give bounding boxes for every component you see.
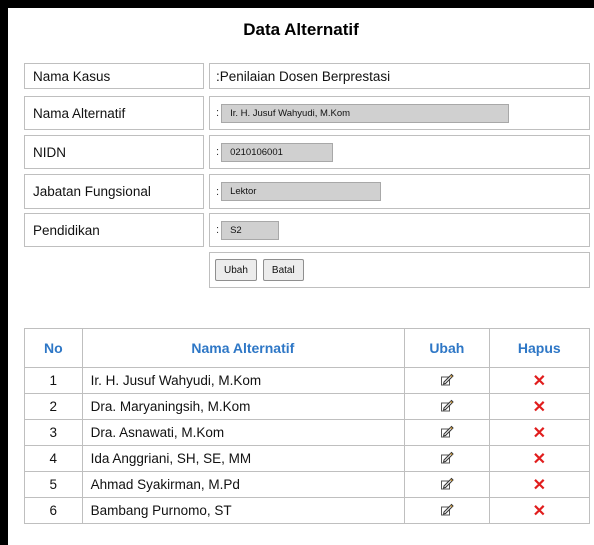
actions-cell: Ubah Batal [209,252,590,288]
colon: : [216,185,220,198]
jabatan-fungsional-label: Jabatan Fungsional [24,174,204,209]
nama-alternatif-input[interactable]: Ir. H. Jusuf Wahyudi, M.Kom [221,103,510,123]
edit-icon[interactable] [440,398,454,415]
row-nama-alternatif: Dra. Maryaningsih, M.Kom [81,393,406,420]
edit-icon[interactable] [440,372,454,389]
delete-button[interactable]: ✕ [488,497,591,524]
row-no: 5 [24,471,83,498]
row-no: 4 [24,445,83,472]
row-actions: Ubah Batal [24,252,590,288]
row-nama-alternatif: Ir. H. Jusuf Wahyudi, M.Kom [81,367,406,394]
colon: : [216,107,220,119]
delete-x-icon[interactable]: ✕ [533,399,546,416]
delete-x-icon[interactable]: ✕ [533,477,546,494]
row-nama-alternatif: Nama Alternatif : Ir. H. Jusuf Wahyudi, … [24,96,590,130]
edit-button[interactable] [404,367,490,394]
delete-button[interactable]: ✕ [488,445,591,472]
delete-x-icon[interactable]: ✕ [533,373,546,390]
edit-icon[interactable] [440,424,454,441]
table-row: 5 Ahmad Syakirman, M.Pd ✕ [24,471,591,498]
row-jabatan-fungsional: Jabatan Fungsional : Lektor [24,174,590,209]
delete-x-icon[interactable]: ✕ [533,451,546,468]
header-no: No [24,328,83,368]
table-row: 1 Ir. H. Jusuf Wahyudi, M.Kom ✕ [24,367,591,394]
header-nama-alternatif: Nama Alternatif [81,328,406,368]
nidn-cell: : 0210106001 [209,135,590,169]
delete-button[interactable]: ✕ [488,393,591,420]
row-nama-kasus: Nama Kasus :Penilaian Dosen Berprestasi [24,63,590,89]
alternatif-table: No Nama Alternatif Ubah Hapus 1 Ir. H. Ju… [24,328,591,524]
content-panel: Data Alternatif Nama Kasus :Penilaian Do… [8,8,594,545]
edit-button[interactable] [404,445,490,472]
jabatan-fungsional-cell: : Lektor [209,174,590,209]
edit-button[interactable] [404,419,490,446]
delete-x-icon[interactable]: ✕ [533,425,546,442]
nama-alternatif-label: Nama Alternatif [24,96,204,130]
table-header-row: No Nama Alternatif Ubah Hapus [24,328,591,368]
pendidikan-input[interactable]: S2 [221,220,280,240]
edit-button[interactable] [404,497,490,524]
edit-icon[interactable] [440,476,454,493]
nidn-label: NIDN [24,135,204,169]
edit-icon[interactable] [440,450,454,467]
row-nama-alternatif: Dra. Asnawati, M.Kom [81,419,406,446]
row-no: 1 [24,367,83,394]
nama-alternatif-cell: : Ir. H. Jusuf Wahyudi, M.Kom [209,96,590,130]
row-nama-alternatif: Bambang Purnomo, ST [81,497,406,524]
edit-icon[interactable] [440,502,454,519]
table-row: 4 Ida Anggriani, SH, SE, MM ✕ [24,445,591,472]
delete-button[interactable]: ✕ [488,419,591,446]
row-nama-alternatif: Ahmad Syakirman, M.Pd [81,471,406,498]
row-no: 3 [24,419,83,446]
table-row: 2 Dra. Maryaningsih, M.Kom ✕ [24,393,591,420]
nidn-input[interactable]: 0210106001 [221,142,334,162]
window-frame-top [0,0,594,8]
delete-button[interactable]: ✕ [488,471,591,498]
pendidikan-cell: : S2 [209,213,590,247]
edit-button[interactable] [404,471,490,498]
row-nidn: NIDN : 0210106001 [24,135,590,169]
colon: : [216,224,220,236]
table-row: 6 Bambang Purnomo, ST ✕ [24,497,591,524]
window-frame-left [0,0,8,545]
row-no: 6 [24,497,83,524]
batal-button[interactable]: Batal [262,259,304,281]
page-title: Data Alternatif [243,20,359,39]
header-hapus: Hapus [488,328,591,368]
delete-x-icon[interactable]: ✕ [533,503,546,520]
colon: : [216,146,220,158]
ubah-button[interactable]: Ubah [215,259,257,281]
nama-kasus-label: Nama Kasus [24,63,204,89]
row-pendidikan: Pendidikan : S2 [24,213,590,247]
table-row: 3 Dra. Asnawati, M.Kom ✕ [24,419,591,446]
nama-kasus-value: :Penilaian Dosen Berprestasi [209,63,590,89]
pendidikan-label: Pendidikan [24,213,204,247]
delete-button[interactable]: ✕ [488,367,591,394]
header-ubah: Ubah [404,328,490,368]
jabatan-fungsional-input[interactable]: Lektor [221,182,382,201]
row-nama-alternatif: Ida Anggriani, SH, SE, MM [81,445,406,472]
edit-button[interactable] [404,393,490,420]
row-no: 2 [24,393,83,420]
